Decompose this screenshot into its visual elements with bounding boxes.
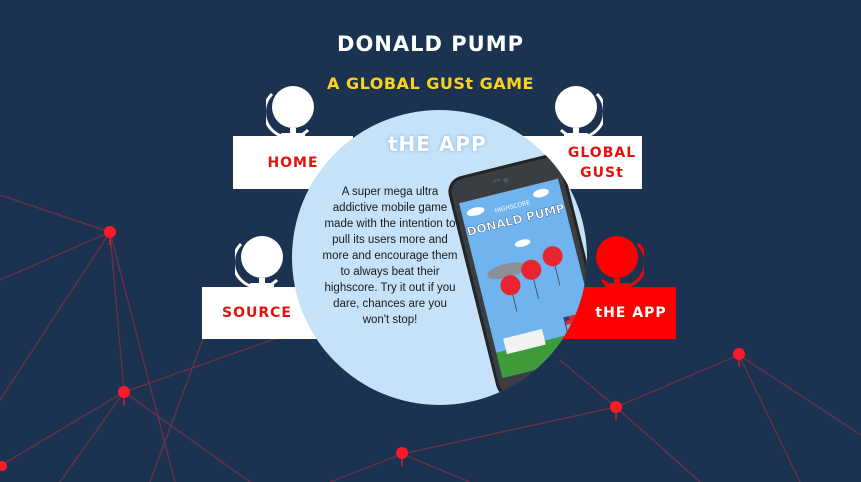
globe-icon [596, 236, 644, 289]
app-info-panel: tHE APP A super mega ultra addictive mob… [292, 110, 587, 405]
page-subtitle: A GLOBAL GUSt GAME [327, 74, 534, 93]
phone-mockup: HIGHSCORE DONALD PUMP [448, 154, 587, 398]
nav-source-label: SOURCE [222, 305, 292, 321]
page-title: DONALD PUMP [337, 32, 524, 56]
globe-icon [235, 236, 283, 289]
